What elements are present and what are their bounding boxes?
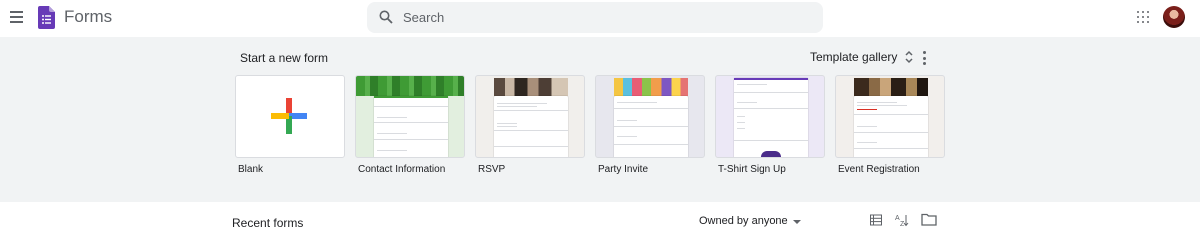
template-card-event-registration[interactable]: Event Registration xyxy=(835,75,945,175)
search-icon[interactable] xyxy=(379,10,393,24)
header-image xyxy=(854,78,928,96)
template-thumbnail xyxy=(475,75,585,158)
dropdown-caret-icon xyxy=(792,219,801,224)
folder-icon[interactable] xyxy=(921,213,937,226)
search-bar[interactable] xyxy=(367,2,823,33)
header-image xyxy=(614,78,688,96)
template-card-party-invite[interactable]: Party Invite xyxy=(595,75,705,175)
template-thumbnail xyxy=(235,75,345,158)
template-label: Party Invite xyxy=(598,164,649,175)
sort-az-icon[interactable]: A Z xyxy=(895,213,909,227)
template-thumbnail xyxy=(355,75,465,158)
header-image xyxy=(494,78,568,96)
template-section: Start a new form Template gallery Blank xyxy=(0,37,1200,202)
form-preview xyxy=(734,78,808,157)
tshirt-image xyxy=(761,151,781,157)
owner-filter-label: Owned by anyone xyxy=(699,215,788,227)
template-thumbnail xyxy=(835,75,945,158)
template-gallery-label: Template gallery xyxy=(810,50,898,64)
unfold-more-icon xyxy=(905,50,913,64)
template-label: RSVP xyxy=(478,164,506,175)
plus-icon xyxy=(271,98,307,134)
main-menu-icon[interactable] xyxy=(7,7,27,27)
template-gallery-button[interactable]: Template gallery xyxy=(810,49,914,65)
more-options-icon[interactable] xyxy=(921,51,927,65)
template-label: T-Shirt Sign Up xyxy=(718,164,786,175)
list-view-icon[interactable] xyxy=(870,214,882,226)
owner-filter-dropdown[interactable]: Owned by anyone xyxy=(699,215,801,227)
form-preview xyxy=(494,96,568,157)
google-apps-icon[interactable] xyxy=(1137,11,1149,23)
search-input[interactable] xyxy=(403,2,803,33)
form-preview xyxy=(614,96,688,157)
top-bar: Forms xyxy=(0,0,1200,36)
template-card-blank[interactable]: Blank xyxy=(235,75,345,175)
template-thumbnail xyxy=(715,75,825,158)
account-avatar[interactable] xyxy=(1163,6,1185,28)
template-label: Event Registration xyxy=(838,164,920,175)
template-card-tshirt-sign-up[interactable]: T-Shirt Sign Up xyxy=(715,75,825,175)
form-preview xyxy=(374,96,448,157)
template-card-contact-information[interactable]: Contact Information xyxy=(355,75,465,175)
recent-forms-heading: Recent forms xyxy=(232,216,304,230)
header-image xyxy=(356,76,464,96)
template-card-rsvp[interactable]: RSVP xyxy=(475,75,585,175)
forms-logo-icon[interactable] xyxy=(38,6,55,29)
form-preview xyxy=(854,96,928,157)
app-title[interactable]: Forms xyxy=(64,7,112,27)
template-label: Blank xyxy=(238,164,264,175)
template-thumbnail xyxy=(595,75,705,158)
start-new-form-heading: Start a new form xyxy=(240,51,329,65)
template-label: Contact Information xyxy=(358,164,446,175)
